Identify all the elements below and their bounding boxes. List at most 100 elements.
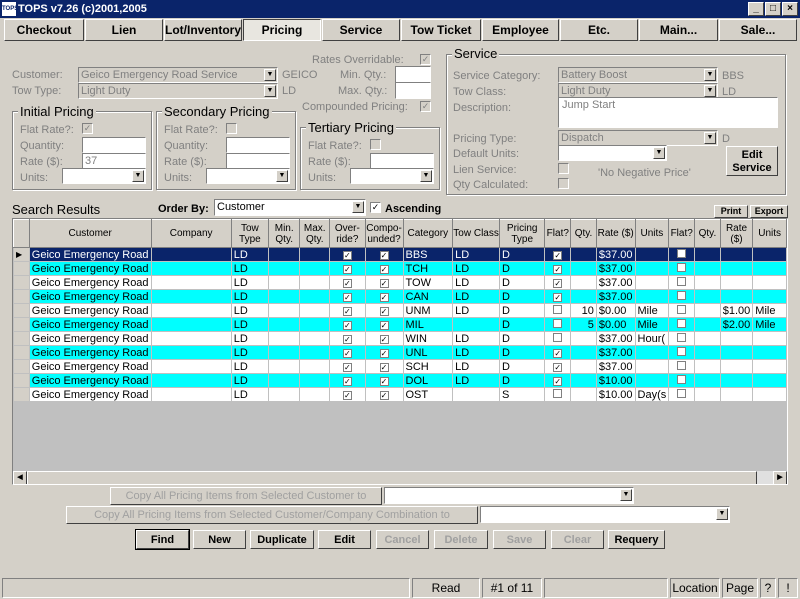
cell-units[interactable] (634, 345, 670, 360)
cell-rate[interactable]: $0.00 (595, 317, 636, 332)
edit-service-button[interactable]: Edit Service (726, 146, 778, 176)
cell-qty2[interactable] (694, 303, 721, 318)
cell-rate2[interactable] (719, 275, 754, 290)
cell-flat[interactable] (544, 303, 572, 318)
cell-units2[interactable] (752, 247, 787, 262)
cell-qty[interactable] (570, 345, 597, 360)
table-row[interactable]: Geico Emergency Road LD ✓ ✓ CAN LD D ✓ $37.00 (13, 289, 787, 304)
cell-qty2[interactable] (694, 317, 721, 332)
tab-main[interactable]: Main... (639, 19, 718, 41)
cell-compounded[interactable]: ✓ (364, 387, 404, 402)
cell-qty2[interactable] (694, 345, 721, 360)
cell-tow-class[interactable]: LD (452, 247, 501, 262)
column-header[interactable]: Company (150, 219, 232, 248)
ascending-checkbox[interactable]: ✓ (370, 202, 381, 213)
cell-flat[interactable] (544, 387, 572, 402)
cell-customer[interactable]: Geico Emergency Road (28, 373, 152, 388)
cell-max[interactable] (299, 275, 331, 290)
cell-units2[interactable] (752, 387, 787, 402)
table-row[interactable]: ▶ Geico Emergency Road LD ✓ ✓ BBS LD D ✓ $37.00 (13, 247, 787, 262)
cell-override[interactable]: ✓ (329, 289, 366, 304)
cell-flat2[interactable] (668, 331, 696, 346)
column-header[interactable]: Tow Class (452, 219, 501, 248)
cell-rate[interactable]: $37.00 (595, 359, 636, 374)
cell-min[interactable] (267, 373, 301, 388)
tertiary-flat-rate-checkbox[interactable] (370, 139, 381, 150)
cell-rate[interactable]: $37.00 (595, 289, 636, 304)
cell-pricing-type[interactable]: D (499, 331, 546, 346)
cell-tow-type[interactable]: LD (230, 359, 270, 374)
cell-company[interactable] (150, 387, 232, 402)
row-selector[interactable] (13, 289, 30, 304)
cell-category[interactable]: WIN (402, 331, 454, 346)
default-units-select[interactable]: ▼ (558, 145, 667, 161)
cell-company[interactable] (150, 359, 232, 374)
cell-tow-type[interactable]: LD (230, 317, 270, 332)
table-row[interactable]: Geico Emergency Road LD ✓ ✓ OST S $10.00 Day(s (13, 387, 787, 402)
cell-category[interactable]: BBS (402, 247, 454, 262)
scroll-right-icon[interactable]: ▶ (773, 471, 787, 484)
location-button[interactable]: Location (670, 578, 720, 598)
table-row[interactable]: Geico Emergency Road LD ✓ ✓ TCH LD D ✓ $37.00 (13, 261, 787, 276)
initial-flat-rate-checkbox[interactable]: ✓ (82, 123, 93, 134)
cell-flat[interactable]: ✓ (544, 373, 572, 388)
cell-company[interactable] (150, 373, 232, 388)
row-selector[interactable] (13, 345, 30, 360)
row-selector[interactable] (13, 275, 30, 290)
cell-units2[interactable] (752, 261, 787, 276)
customer-select[interactable]: Geico Emergency Road Service ▼ (78, 67, 278, 83)
column-header[interactable]: Compo-unded? (364, 219, 404, 248)
tab-pricing[interactable]: Pricing (243, 19, 321, 41)
cell-rate2[interactable] (719, 247, 754, 262)
cell-flat2[interactable] (668, 303, 696, 318)
cell-max[interactable] (299, 345, 331, 360)
cell-max[interactable] (299, 359, 331, 374)
duplicate-button[interactable]: Duplicate (250, 530, 314, 549)
cell-qty[interactable] (570, 275, 597, 290)
find-button[interactable]: Find (135, 529, 190, 550)
cell-customer[interactable]: Geico Emergency Road (28, 345, 152, 360)
secondary-quantity-input[interactable] (226, 137, 290, 153)
cell-qty[interactable] (570, 261, 597, 276)
cell-compounded[interactable]: ✓ (364, 359, 404, 374)
secondary-units-select[interactable]: ▼ (206, 168, 290, 184)
cell-qty2[interactable] (694, 289, 721, 304)
copy-customer-button[interactable]: Copy All Pricing Items from Selected Cus… (110, 487, 382, 505)
table-row[interactable]: Geico Emergency Road LD ✓ ✓ MIL D 5 $0.00 Mile $2… (13, 317, 787, 332)
cell-max[interactable] (299, 373, 331, 388)
cell-tow-type[interactable]: LD (230, 247, 270, 262)
cell-tow-type[interactable]: LD (230, 387, 270, 402)
cell-flat2[interactable] (668, 345, 696, 360)
cell-max[interactable] (299, 317, 331, 332)
requery-button[interactable]: Requery (608, 530, 665, 549)
cell-customer[interactable]: Geico Emergency Road (28, 275, 152, 290)
tab-lien[interactable]: Lien (85, 19, 163, 41)
scroll-thumb[interactable] (27, 471, 757, 484)
save-button[interactable]: Save (493, 530, 546, 549)
cell-override[interactable]: ✓ (329, 247, 366, 262)
results-grid[interactable]: Customer Company Tow Type Min. Qty. Max. Qty… (12, 218, 788, 485)
rates-overridable-checkbox[interactable]: ✓ (420, 54, 431, 65)
maximize-button[interactable]: □ (765, 2, 781, 16)
row-selector[interactable] (13, 387, 30, 402)
cell-units[interactable] (634, 373, 670, 388)
cell-units[interactable]: Day(s (634, 387, 670, 402)
cell-rate[interactable]: $37.00 (595, 345, 636, 360)
column-header[interactable]: Customer (28, 219, 152, 248)
cell-min[interactable] (267, 331, 301, 346)
cell-flat2[interactable] (668, 247, 696, 262)
cell-units[interactable]: Mile (634, 317, 670, 332)
cell-flat2[interactable] (668, 373, 696, 388)
column-header[interactable]: Max. Qty. (299, 219, 331, 248)
copy-company-target-select[interactable]: ▼ (480, 506, 730, 523)
table-row[interactable]: Geico Emergency Road LD ✓ ✓ UNL LD D ✓ $37.00 (13, 345, 787, 360)
column-header[interactable]: Pricing Type (499, 219, 546, 248)
cell-category[interactable]: OST (402, 387, 454, 402)
table-row[interactable]: Geico Emergency Road LD ✓ ✓ UNM LD D 10 $0.00 Mil… (13, 303, 787, 318)
cell-customer[interactable]: Geico Emergency Road (28, 261, 152, 276)
cell-override[interactable]: ✓ (329, 275, 366, 290)
cell-qty[interactable] (570, 331, 597, 346)
tertiary-units-select[interactable]: ▼ (350, 168, 434, 184)
cell-qty[interactable]: 5 (570, 317, 597, 332)
cell-tow-type[interactable]: LD (230, 331, 270, 346)
